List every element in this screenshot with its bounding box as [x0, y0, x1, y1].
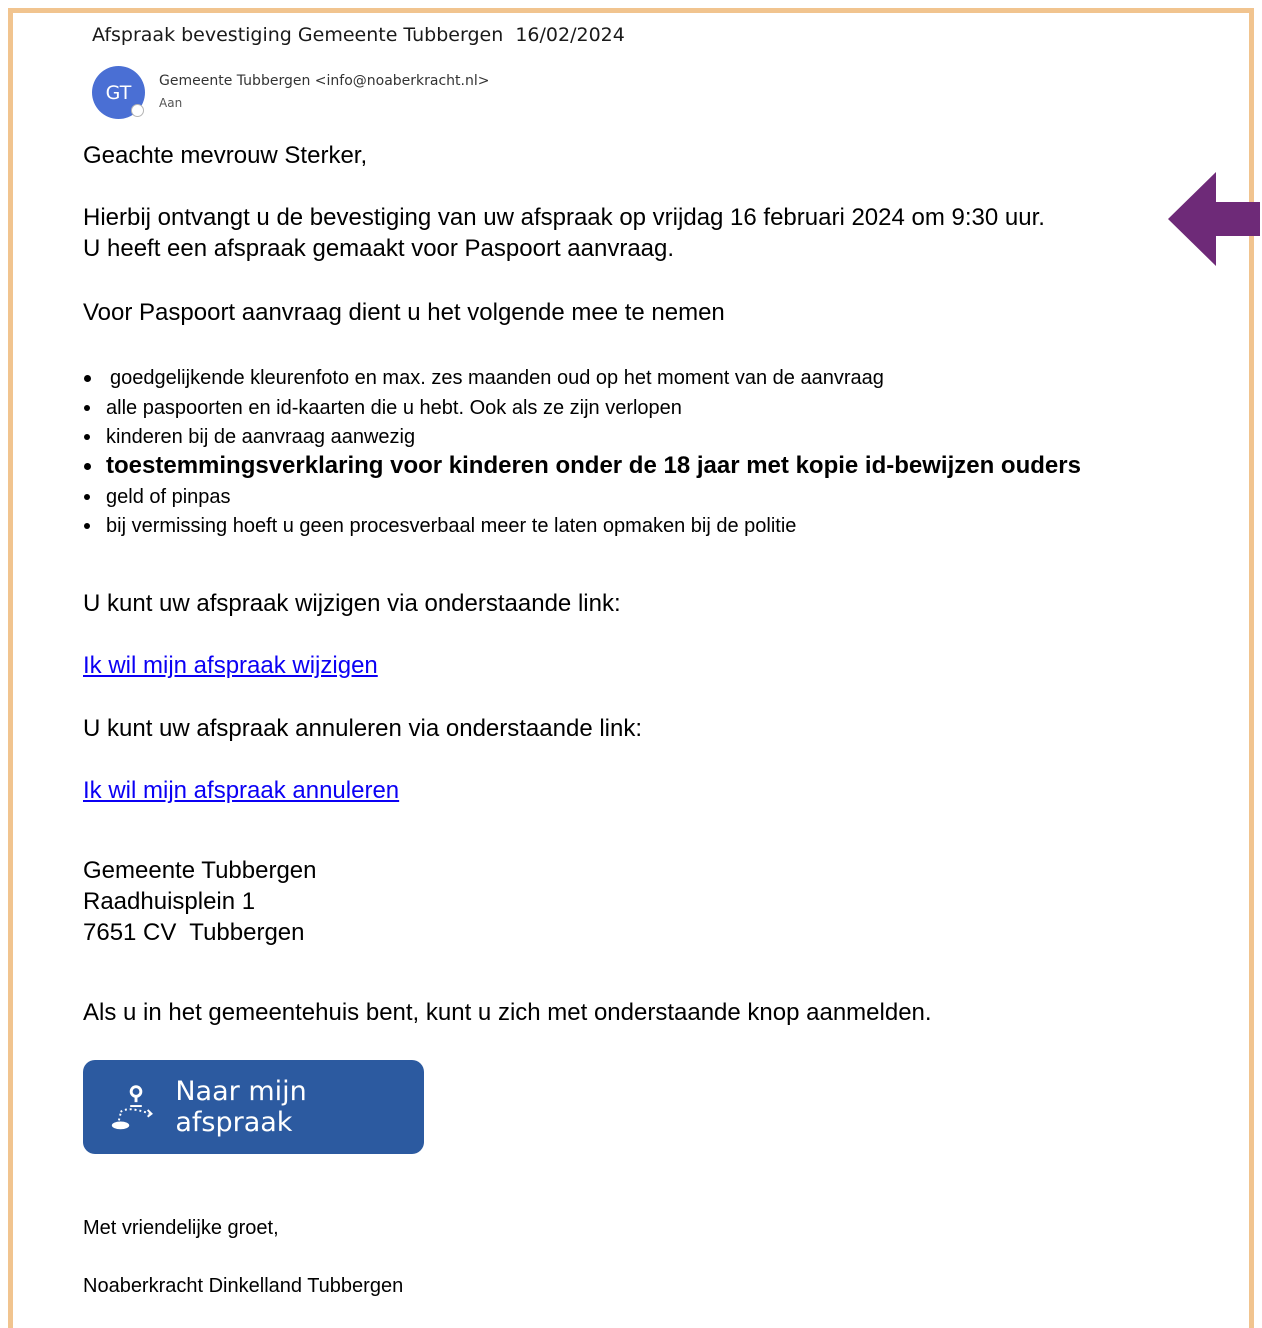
closing: Met vriendelijke groet,: [83, 1217, 279, 1239]
location-route-icon: [111, 1085, 153, 1130]
signature: Noaberkracht Dinkelland Tubbergen: [83, 1275, 404, 1297]
change-appointment-link[interactable]: Ik wil mijn afspraak wijzigen: [83, 652, 378, 679]
list-item: goedgelijkende kleurenfoto en max. zes m…: [110, 367, 884, 389]
appointment-type-text: U heeft een afspraak gemaakt voor Paspoo…: [83, 235, 675, 262]
avatar-initials: GT: [105, 81, 132, 104]
presence-indicator: [131, 104, 144, 117]
checkin-text: Als u in het gemeentehuis bent, kunt u z…: [83, 999, 932, 1026]
arrow-left-icon: [1168, 172, 1260, 266]
email-subject: Afspraak bevestiging Gemeente Tubbergen …: [92, 24, 625, 46]
bullet-dot: [84, 523, 90, 529]
bullet-dot: [84, 463, 91, 470]
cancel-intro: U kunt uw afspraak annuleren via onderst…: [83, 715, 643, 742]
bullet-dot: [84, 375, 91, 382]
change-intro: U kunt uw afspraak wijzigen via ondersta…: [83, 590, 621, 617]
list-item: kinderen bij de aanvraag aanwezig: [106, 426, 416, 448]
bring-intro: Voor Paspoort aanvraag dient u het volge…: [83, 299, 725, 326]
list-item: geld of pinpas: [106, 486, 231, 508]
cancel-appointment-link[interactable]: Ik wil mijn afspraak annuleren: [83, 777, 399, 804]
list-item: alle paspoorten en id-kaarten die u hebt…: [106, 397, 682, 419]
bullet-dot: [84, 434, 90, 440]
button-label: Naar mijn afspraak: [175, 1076, 307, 1138]
greeting: Geachte mevrouw Sterker,: [83, 142, 368, 169]
list-item-bold: toestemmingsverklaring voor kinderen ond…: [106, 452, 1081, 479]
bullet-dot: [84, 494, 90, 500]
bullet-dot: [84, 405, 90, 411]
address-street: Raadhuisplein 1: [83, 888, 256, 915]
confirmation-text: Hierbij ontvangt u de bevestiging van uw…: [83, 204, 1045, 231]
go-to-appointment-button[interactable]: Naar mijn afspraak: [83, 1060, 424, 1154]
address-name: Gemeente Tubbergen: [83, 857, 317, 884]
list-item: bij vermissing hoeft u geen procesverbaa…: [106, 515, 797, 537]
address-city: 7651 CV Tubbergen: [83, 919, 305, 946]
recipient-label: Aan: [159, 96, 183, 110]
sender-address[interactable]: Gemeente Tubbergen <info@noaberkracht.nl…: [159, 73, 489, 89]
